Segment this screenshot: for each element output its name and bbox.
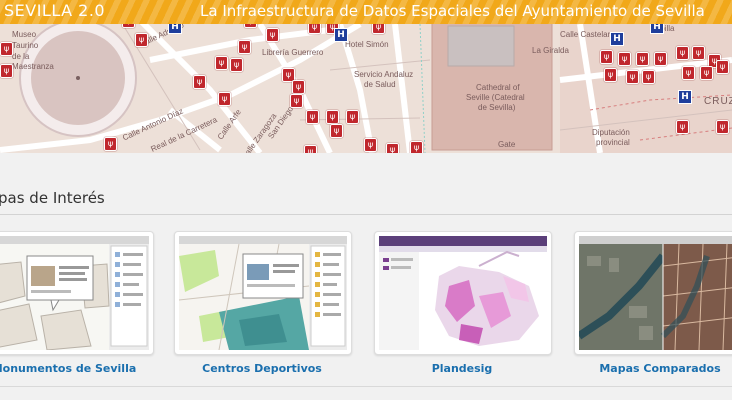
restaurant-marker-icon[interactable]: ψ: [682, 66, 695, 80]
map-label: Librería Guerrero: [262, 48, 324, 57]
site-tagline: La Infraestructura de Datos Espaciales d…: [200, 2, 705, 20]
restaurant-marker-icon[interactable]: ψ: [676, 120, 689, 134]
restaurant-marker-icon[interactable]: ψ: [642, 70, 655, 84]
card-plandesig[interactable]: [374, 231, 552, 355]
restaurant-marker-icon[interactable]: ψ: [364, 138, 377, 152]
map-label: CRUZ: [704, 96, 732, 107]
map-label: Servicio Andaluz: [354, 70, 414, 79]
restaurant-marker-icon[interactable]: ψ: [716, 60, 729, 74]
card-thumbnail: [179, 236, 347, 350]
map-label: Taurino: [12, 41, 39, 50]
map-label: Museo: [12, 30, 37, 39]
card-link-centros-deportivos[interactable]: Centros Deportivos: [174, 362, 350, 375]
hospital-marker-icon[interactable]: H: [610, 32, 624, 46]
map-label: de Sevilla): [478, 103, 516, 112]
restaurant-marker-icon[interactable]: ψ: [0, 42, 13, 56]
restaurant-marker-icon[interactable]: ψ: [135, 33, 148, 47]
hospital-marker-icon[interactable]: H: [678, 90, 692, 104]
card-thumbnail: [579, 236, 732, 350]
card-thumbnail: [0, 236, 149, 350]
map-label: Seville (Catedral: [466, 93, 525, 102]
restaurant-marker-icon[interactable]: ψ: [626, 70, 639, 84]
restaurant-marker-icon[interactable]: ψ: [104, 137, 117, 151]
restaurant-marker-icon[interactable]: ψ: [700, 66, 713, 80]
map-label: La Giralda: [532, 46, 569, 55]
map-label: Diputación: [592, 128, 630, 137]
restaurant-marker-icon[interactable]: ψ: [218, 92, 231, 106]
card-link-mapas-comparados[interactable]: Mapas Comparados: [572, 362, 732, 375]
restaurant-marker-icon[interactable]: ψ: [716, 120, 729, 134]
restaurant-marker-icon[interactable]: ψ: [193, 75, 206, 89]
restaurant-marker-icon[interactable]: ψ: [304, 145, 317, 153]
restaurant-marker-icon[interactable]: ψ: [330, 124, 343, 138]
restaurant-marker-icon[interactable]: ψ: [386, 143, 399, 153]
map-label: Cathedral of: [476, 83, 520, 92]
map-label: de Salud: [364, 80, 396, 89]
restaurant-marker-icon[interactable]: ψ: [618, 52, 631, 66]
card-link-monumentos[interactable]: Monumentos de Sevilla: [0, 362, 152, 375]
restaurant-marker-icon[interactable]: ψ: [215, 56, 228, 70]
restaurant-marker-icon[interactable]: ψ: [410, 141, 423, 153]
header-map-banner[interactable]: Museo Taurino de la Maestranza Calle Adr…: [0, 0, 732, 153]
restaurant-marker-icon[interactable]: ψ: [306, 110, 319, 124]
restaurant-marker-icon[interactable]: ψ: [604, 68, 617, 82]
card-link-plandesig[interactable]: Plandesig: [374, 362, 550, 375]
restaurant-marker-icon[interactable]: ψ: [266, 28, 279, 42]
map-label: Calle Castelar: [560, 30, 611, 39]
card-thumbnail: [379, 236, 547, 350]
restaurant-marker-icon[interactable]: ψ: [636, 52, 649, 66]
map-label: de la: [12, 52, 30, 61]
card-monumentos[interactable]: [0, 231, 154, 355]
section-title: pas de Interés: [0, 189, 105, 207]
restaurant-marker-icon[interactable]: ψ: [230, 58, 243, 72]
restaurant-marker-icon[interactable]: ψ: [692, 46, 705, 60]
map-label: Gate: [498, 140, 516, 149]
restaurant-marker-icon[interactable]: ψ: [654, 52, 667, 66]
footer-divider: [0, 386, 732, 387]
card-centros-deportivos[interactable]: [174, 231, 352, 355]
card-mapas-comparados[interactable]: [574, 231, 732, 355]
restaurant-marker-icon[interactable]: ψ: [292, 80, 305, 94]
restaurant-marker-icon[interactable]: ψ: [238, 40, 251, 54]
map-label: provincial: [596, 138, 630, 147]
restaurant-marker-icon[interactable]: ψ: [0, 64, 13, 78]
section-divider: [0, 214, 732, 215]
map-label: Maestranza: [12, 62, 54, 71]
restaurant-marker-icon[interactable]: ψ: [600, 50, 613, 64]
map-label: Hotel Simón: [345, 40, 389, 49]
site-brand[interactable]: SEVILLA 2.0: [4, 1, 105, 20]
restaurant-marker-icon[interactable]: ψ: [676, 46, 689, 60]
restaurant-marker-icon[interactable]: ψ: [346, 110, 359, 124]
restaurant-marker-icon[interactable]: ψ: [326, 110, 339, 124]
hospital-marker-icon[interactable]: H: [334, 28, 348, 42]
restaurant-marker-icon[interactable]: ψ: [290, 94, 303, 108]
